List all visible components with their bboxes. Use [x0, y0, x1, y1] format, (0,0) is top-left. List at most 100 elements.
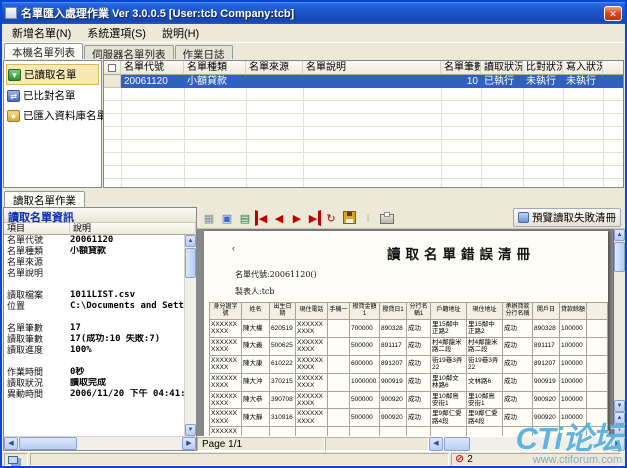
report-code-line: 名單代號:20061120()	[235, 269, 605, 280]
scroll-down-icon[interactable]: ▼	[185, 424, 196, 436]
scroll-left-icon[interactable]: ◀	[429, 437, 443, 451]
report-cell: 500625	[270, 337, 296, 355]
scroll-up-icon[interactable]: ▲	[614, 229, 625, 241]
title-bar[interactable]: 名單匯入處理作業 Ver 3.0.0.5 [User:tcb Company:t…	[2, 2, 625, 24]
info-col-item[interactable]: 項目	[4, 223, 70, 235]
refresh-icon[interactable]: ↻	[323, 210, 339, 226]
report-cell: 600000	[350, 355, 380, 373]
info-row: 讀取筆數 17(成功:10 失敗:7)	[4, 334, 184, 345]
report-page-viewer: ‹ 讀取名單錯誤清冊 名單代號:20061120() 製表人:tcb 身分證字號…	[197, 229, 625, 436]
report-column-header: 撥貸金額1	[350, 303, 380, 320]
info-vertical-scrollbar[interactable]: ▲ ▼	[184, 235, 196, 436]
report-cell: 891117	[533, 337, 560, 355]
menu-item[interactable]: 系統選項(S)	[79, 23, 154, 43]
report-horizontal-scrollbar[interactable]: ◀ ▶	[429, 437, 625, 451]
report-cell: 890328	[533, 319, 560, 337]
scroll-down-icon[interactable]: ▼	[614, 400, 625, 412]
info-row: 作業時間 0秒	[4, 367, 184, 378]
column-header[interactable]: 名單代號	[121, 61, 184, 75]
info-row: 名單筆數 17	[4, 323, 184, 334]
close-button[interactable]: ✕	[604, 6, 622, 21]
sidebar-item[interactable]: ⇄ 已比對名單	[6, 86, 99, 105]
menu-item[interactable]: 說明(H)	[154, 23, 207, 43]
export-icon[interactable]: ▤	[237, 210, 253, 226]
column-header[interactable]: 名單來源	[246, 61, 303, 75]
report-cell	[467, 427, 503, 436]
column-header[interactable]: 讀取狀況	[481, 61, 523, 75]
page-down-icon[interactable]: ▼	[614, 424, 625, 436]
report-vertical-scrollbar[interactable]: ▲ ▼ ▲ ▼	[613, 229, 625, 436]
report-column-header: 承辦貸款分行名稱	[503, 303, 533, 320]
column-header[interactable]: 名單種類	[184, 61, 246, 75]
report-cell	[296, 427, 328, 436]
scroll-left-icon[interactable]: ◀	[4, 437, 18, 450]
report-cell: 500000	[350, 337, 380, 355]
last-page-icon[interactable]: ▶	[307, 210, 321, 226]
row-selector[interactable]	[104, 75, 121, 88]
first-page-icon[interactable]: ◀	[255, 210, 269, 226]
report-cell: XXXXXXXXXX	[296, 409, 328, 427]
sidebar-item-label: 已讀取名單	[24, 67, 77, 82]
report-cell: 里15鄰中正路2	[431, 319, 467, 337]
tab-read-list-job[interactable]: 讀取名單作業	[4, 191, 85, 207]
list-row-selected[interactable]: 20061120 小額貸款 10 已執行 未執行 未執行	[104, 75, 623, 88]
report-column-header: 出生日期	[270, 303, 296, 320]
preview-fail-list-button[interactable]: 預覽讀取失敗清冊	[513, 208, 621, 227]
report-cell: 文林路6	[467, 373, 503, 391]
report-cell: 620519	[270, 319, 296, 337]
read-list-icon: ▼	[8, 69, 21, 81]
sidebar-item[interactable]: ★ 已匯入資料庫名單	[6, 106, 99, 125]
report-cell: 成功	[503, 373, 533, 391]
scroll-right-icon[interactable]: ▶	[182, 437, 196, 450]
scroll-thumb[interactable]	[185, 248, 196, 278]
text-search-icon[interactable]: I	[360, 210, 376, 226]
report-column-header: 現住電話	[296, 303, 328, 320]
report-header-row: 身分證字號姓名出生日期現住電話手機一撥貸金額1撥貸日1分行名稱1戶籍地址現住地址…	[210, 303, 608, 320]
scroll-thumb[interactable]	[614, 242, 625, 272]
print-icon[interactable]	[380, 214, 394, 224]
report-cell: 街19巷3弄22	[467, 355, 503, 373]
menu-item[interactable]: 新增名單(N)	[4, 23, 79, 43]
page-up-icon[interactable]: ▲	[614, 412, 625, 424]
report-cell: XXXXXXXXXX	[210, 409, 242, 427]
scroll-thumb[interactable]	[444, 437, 470, 451]
checkbox-icon[interactable]	[108, 64, 116, 72]
scroll-right-icon[interactable]: ▶	[611, 437, 625, 451]
report-cell: 900920	[533, 391, 560, 409]
column-header[interactable]: 名單筆數	[441, 61, 481, 75]
scroll-up-icon[interactable]: ▲	[185, 235, 196, 247]
toggle-group-tree-icon[interactable]: ▦	[201, 210, 217, 226]
report-cell	[328, 391, 350, 409]
save-icon[interactable]	[343, 211, 356, 224]
info-horizontal-scrollbar[interactable]: ◀ ▶	[4, 436, 196, 450]
report-cell: 100000	[560, 373, 587, 391]
report-column-header: 現住地址	[467, 303, 503, 320]
prev-page-icon[interactable]: ◀	[271, 210, 287, 226]
report-cell: XXXXXXXXXX	[296, 337, 328, 355]
info-row	[4, 279, 184, 290]
report-cell: 610222	[270, 355, 296, 373]
report-cell	[328, 373, 350, 391]
report-cell: 891207	[533, 355, 560, 373]
sidebar-item[interactable]: ▼ 已讀取名單	[6, 64, 99, 85]
info-col-desc[interactable]: 說明	[70, 223, 196, 235]
report-cell	[328, 409, 350, 427]
column-header[interactable]: 比對狀況	[523, 61, 563, 75]
column-header[interactable]: 寫入狀況	[563, 61, 603, 75]
info-table-body: 名單代號 20061120 名單種類 小額貸款 名單來源	[4, 235, 196, 436]
next-page-icon[interactable]: ▶	[289, 210, 305, 226]
report-cell: 900919	[380, 373, 407, 391]
main-tab[interactable]: 伺服器名單列表	[84, 45, 174, 59]
info-row	[4, 356, 184, 367]
column-header[interactable]: 名單說明	[303, 61, 441, 75]
report-cell: 1000000	[350, 373, 380, 391]
main-tab[interactable]: 本機名單列表	[4, 43, 83, 59]
report-cell: 100000	[560, 355, 587, 373]
main-tab[interactable]: 作業日誌	[175, 45, 233, 59]
print-setup-icon[interactable]: ▣	[219, 210, 235, 226]
info-row: 名單來源	[4, 257, 184, 268]
info-row: 名單種類 小額貸款	[4, 246, 184, 257]
scroll-thumb[interactable]	[19, 437, 77, 450]
report-row: XXXXXXXXXX陳大康610222XXXXXXXXXX60000089120…	[210, 355, 608, 373]
select-all-header[interactable]	[104, 61, 121, 75]
